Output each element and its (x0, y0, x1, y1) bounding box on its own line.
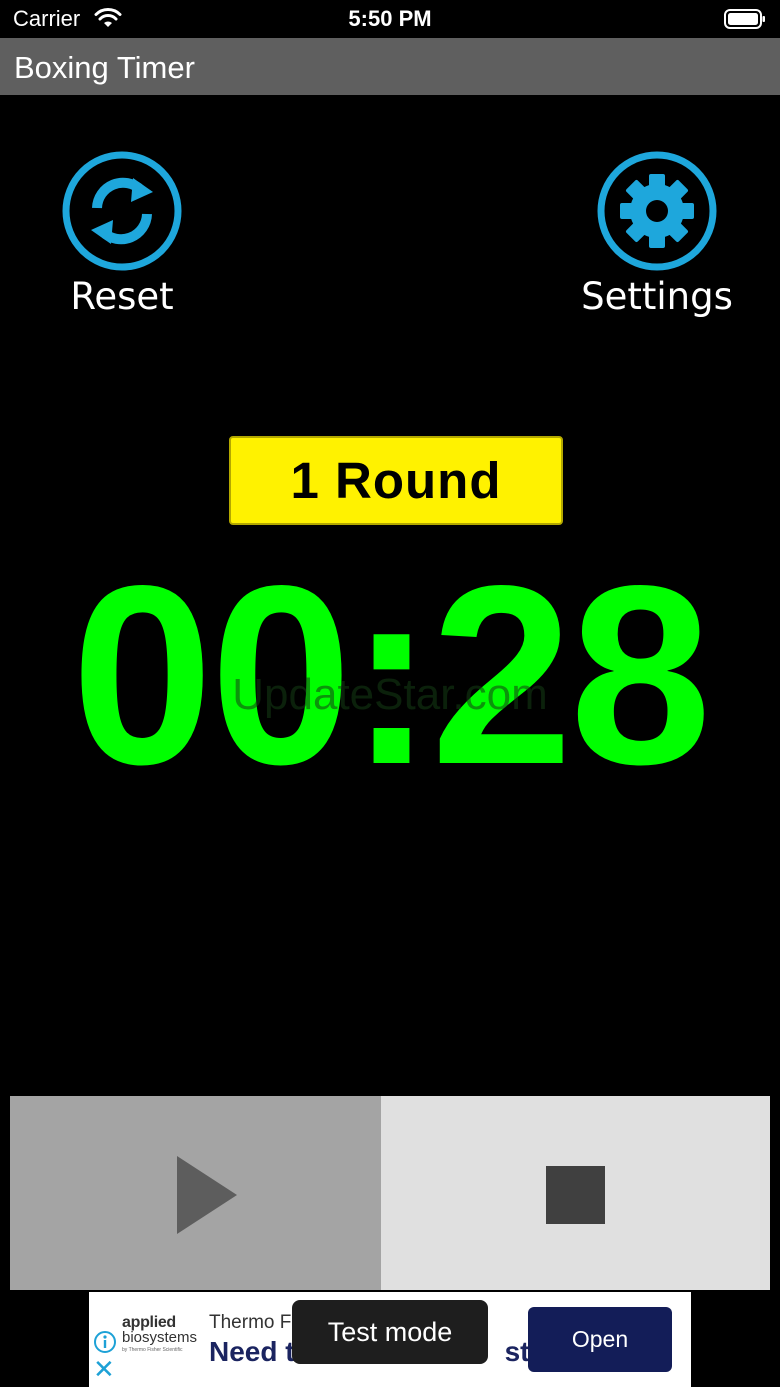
stop-button[interactable] (381, 1096, 770, 1290)
settings-label: Settings (581, 275, 733, 318)
ad-logo-line3: by Thermo Fisher Scientific (122, 1347, 183, 1353)
settings-button[interactable]: Settings (567, 150, 747, 330)
ad-headline-start: Need t (209, 1336, 295, 1367)
app-title: Boxing Timer (14, 50, 195, 85)
status-bar: Carrier 5:50 PM (0, 0, 780, 38)
status-time: 5:50 PM (348, 6, 432, 31)
ad-headline-tail: st (504, 1336, 530, 1367)
ad-brand: Thermo Fi (209, 1312, 296, 1333)
battery-icon (724, 9, 765, 29)
close-icon[interactable]: ✕ (93, 1356, 115, 1382)
ad-open-button[interactable]: Open (528, 1307, 672, 1372)
play-button[interactable] (10, 1096, 381, 1290)
watermark: UpdateStar.com (232, 670, 548, 719)
test-mode-toast: Test mode (292, 1300, 488, 1364)
round-badge: 1 Round (229, 436, 563, 525)
reset-label: Reset (70, 275, 174, 318)
info-icon[interactable] (93, 1330, 117, 1354)
round-label: 1 Round (290, 452, 502, 509)
gear-icon (597, 151, 717, 271)
refresh-icon (62, 151, 182, 271)
stop-icon (546, 1166, 605, 1224)
reset-button[interactable]: Reset (32, 150, 212, 330)
ad-logo-line2: biosystems (122, 1329, 198, 1346)
play-icon (177, 1156, 237, 1234)
app-title-bar: Boxing Timer (0, 38, 780, 95)
